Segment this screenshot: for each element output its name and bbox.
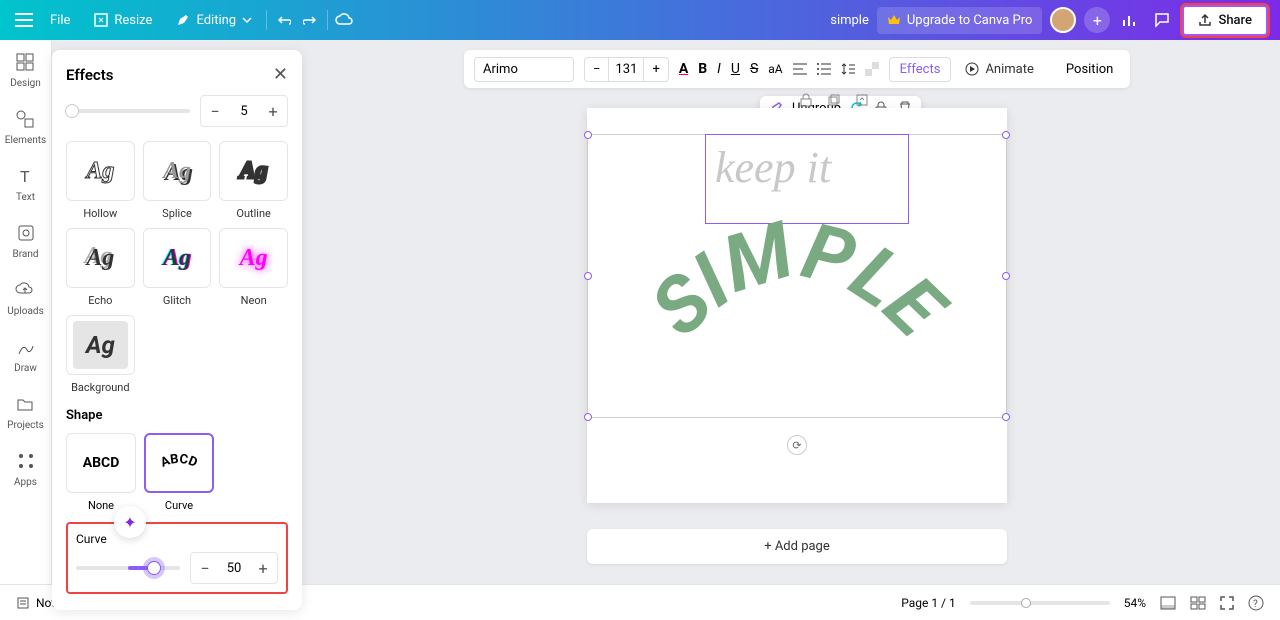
zoom-slider[interactable] <box>970 601 1110 605</box>
curve-decrement[interactable]: − <box>191 553 219 583</box>
rail-elements[interactable]: Elements <box>5 107 46 146</box>
effect-background[interactable]: AgBackground <box>66 315 135 394</box>
curve-value[interactable] <box>219 561 249 576</box>
text-color-button[interactable]: A <box>679 57 688 81</box>
font-size-control[interactable]: − + <box>584 57 669 82</box>
intensity-increment[interactable]: + <box>259 96 287 126</box>
effect-echo[interactable]: AgEcho <box>66 228 135 307</box>
shape-none[interactable]: ABCDNone <box>66 433 136 512</box>
font-size-increment[interactable]: + <box>644 58 667 81</box>
curve-increment[interactable]: + <box>249 553 277 583</box>
rail-draw[interactable]: Draw <box>14 335 38 374</box>
curve-label: Curve <box>76 532 278 546</box>
svg-text:T: T <box>20 167 30 186</box>
share-icon <box>1198 13 1212 27</box>
font-select[interactable] <box>474 57 574 82</box>
underline-button[interactable]: U <box>731 57 740 81</box>
panel-title: Effects <box>66 66 113 84</box>
effect-outline[interactable]: AgOutline <box>219 141 288 220</box>
comment-icon[interactable] <box>1150 8 1174 32</box>
hamburger-icon[interactable] <box>12 8 36 32</box>
page-duplicate-icon[interactable] <box>824 90 844 110</box>
add-page-button[interactable]: + Add page <box>587 529 1007 564</box>
rail-projects[interactable]: Projects <box>7 392 44 431</box>
curve-control-box: Curve − + <box>66 522 288 594</box>
view-grid-icon[interactable] <box>1190 596 1206 610</box>
effect-neon[interactable]: AgNeon <box>219 228 288 307</box>
resize-button[interactable]: Resize <box>84 7 162 34</box>
text-keep-it[interactable]: keep it <box>715 142 831 193</box>
shape-curve[interactable]: ABCDCurve <box>144 433 214 512</box>
chevron-down-icon <box>242 17 252 23</box>
italic-button[interactable]: I <box>717 57 721 81</box>
resize-icon <box>94 13 108 27</box>
editing-dropdown[interactable]: Editing <box>166 7 262 34</box>
left-rail: Design Elements TText Brand Uploads Draw… <box>0 40 52 584</box>
svg-text:?: ? <box>1253 599 1258 610</box>
rail-design[interactable]: Design <box>10 50 41 89</box>
intensity-decrement[interactable]: − <box>201 96 229 126</box>
context-toolbar: − + A B I U S aA Effects Animate Positio… <box>464 50 1130 88</box>
curve-slider[interactable] <box>76 566 180 570</box>
intensity-row: − + <box>66 95 288 127</box>
share-button[interactable]: Share <box>1182 5 1268 36</box>
font-size-value[interactable] <box>608 58 644 81</box>
curve-stepper[interactable]: − + <box>190 552 278 584</box>
rail-text[interactable]: TText <box>14 164 38 203</box>
canvas-area: − + A B I U S aA Effects Animate Positio… <box>314 40 1280 584</box>
upgrade-button[interactable]: Upgrade to Canva Pro <box>877 7 1043 34</box>
pencil-icon <box>176 13 190 27</box>
shape-section-title: Shape <box>66 408 288 423</box>
document-title[interactable]: simple <box>830 13 869 28</box>
effects-panel: Effects ✕ − + AgHollow AgSplice AgOutlin… <box>52 50 302 610</box>
undo-button[interactable] <box>271 8 295 32</box>
canvas-page[interactable]: ⟳ keep it SIMPLE <box>587 108 1007 503</box>
redo-button[interactable] <box>299 8 323 32</box>
case-button[interactable]: aA <box>768 57 782 81</box>
rail-uploads[interactable]: Uploads <box>7 278 43 317</box>
list-button[interactable] <box>817 57 831 81</box>
page-indicator: Page 1 / 1 <box>901 596 956 610</box>
magic-button[interactable]: ✦ <box>114 506 146 538</box>
crown-icon <box>887 13 901 27</box>
position-button[interactable]: Position <box>1058 58 1121 81</box>
svg-text:SIMPLE: SIMPLE <box>634 208 963 358</box>
animate-icon <box>965 62 979 76</box>
text-simple[interactable]: SIMPLE <box>627 208 967 428</box>
add-member-button[interactable]: + <box>1084 7 1110 33</box>
page-lock-icon[interactable] <box>796 90 816 110</box>
effects-button[interactable]: Effects <box>889 57 952 82</box>
spacing-button[interactable] <box>841 57 855 81</box>
intensity-slider[interactable] <box>66 109 190 113</box>
cloud-sync-icon[interactable] <box>332 8 356 32</box>
transparency-button[interactable] <box>865 57 879 81</box>
close-panel-button[interactable]: ✕ <box>273 64 288 85</box>
zoom-level: 54% <box>1124 596 1146 610</box>
font-size-decrement[interactable]: − <box>585 58 608 81</box>
page-actions <box>796 90 872 110</box>
effect-hollow[interactable]: AgHollow <box>66 141 135 220</box>
notes-icon <box>16 596 30 610</box>
effect-glitch[interactable]: AgGlitch <box>143 228 212 307</box>
top-bar: File Resize Editing simple Upgrade to Ca… <box>0 0 1280 40</box>
animate-button[interactable]: Animate <box>961 58 1037 81</box>
insights-icon[interactable] <box>1118 8 1142 32</box>
help-icon[interactable]: ? <box>1248 595 1264 611</box>
bold-button[interactable]: B <box>698 57 707 81</box>
intensity-value[interactable] <box>229 104 259 119</box>
svg-text:ABCD: ABCD <box>159 452 200 471</box>
rotate-handle[interactable]: ⟳ <box>787 435 807 455</box>
rail-brand[interactable]: Brand <box>12 221 38 260</box>
user-avatar[interactable] <box>1050 7 1076 33</box>
effect-splice[interactable]: AgSplice <box>143 141 212 220</box>
align-button[interactable] <box>793 57 807 81</box>
file-menu[interactable]: File <box>40 7 80 34</box>
intensity-stepper[interactable]: − + <box>200 95 288 127</box>
page-expand-icon[interactable] <box>852 90 872 110</box>
view-thumbnail-icon[interactable] <box>1160 596 1176 610</box>
strikethrough-button[interactable]: S <box>750 57 758 81</box>
rail-apps[interactable]: Apps <box>14 449 38 488</box>
fullscreen-icon[interactable] <box>1220 596 1234 610</box>
